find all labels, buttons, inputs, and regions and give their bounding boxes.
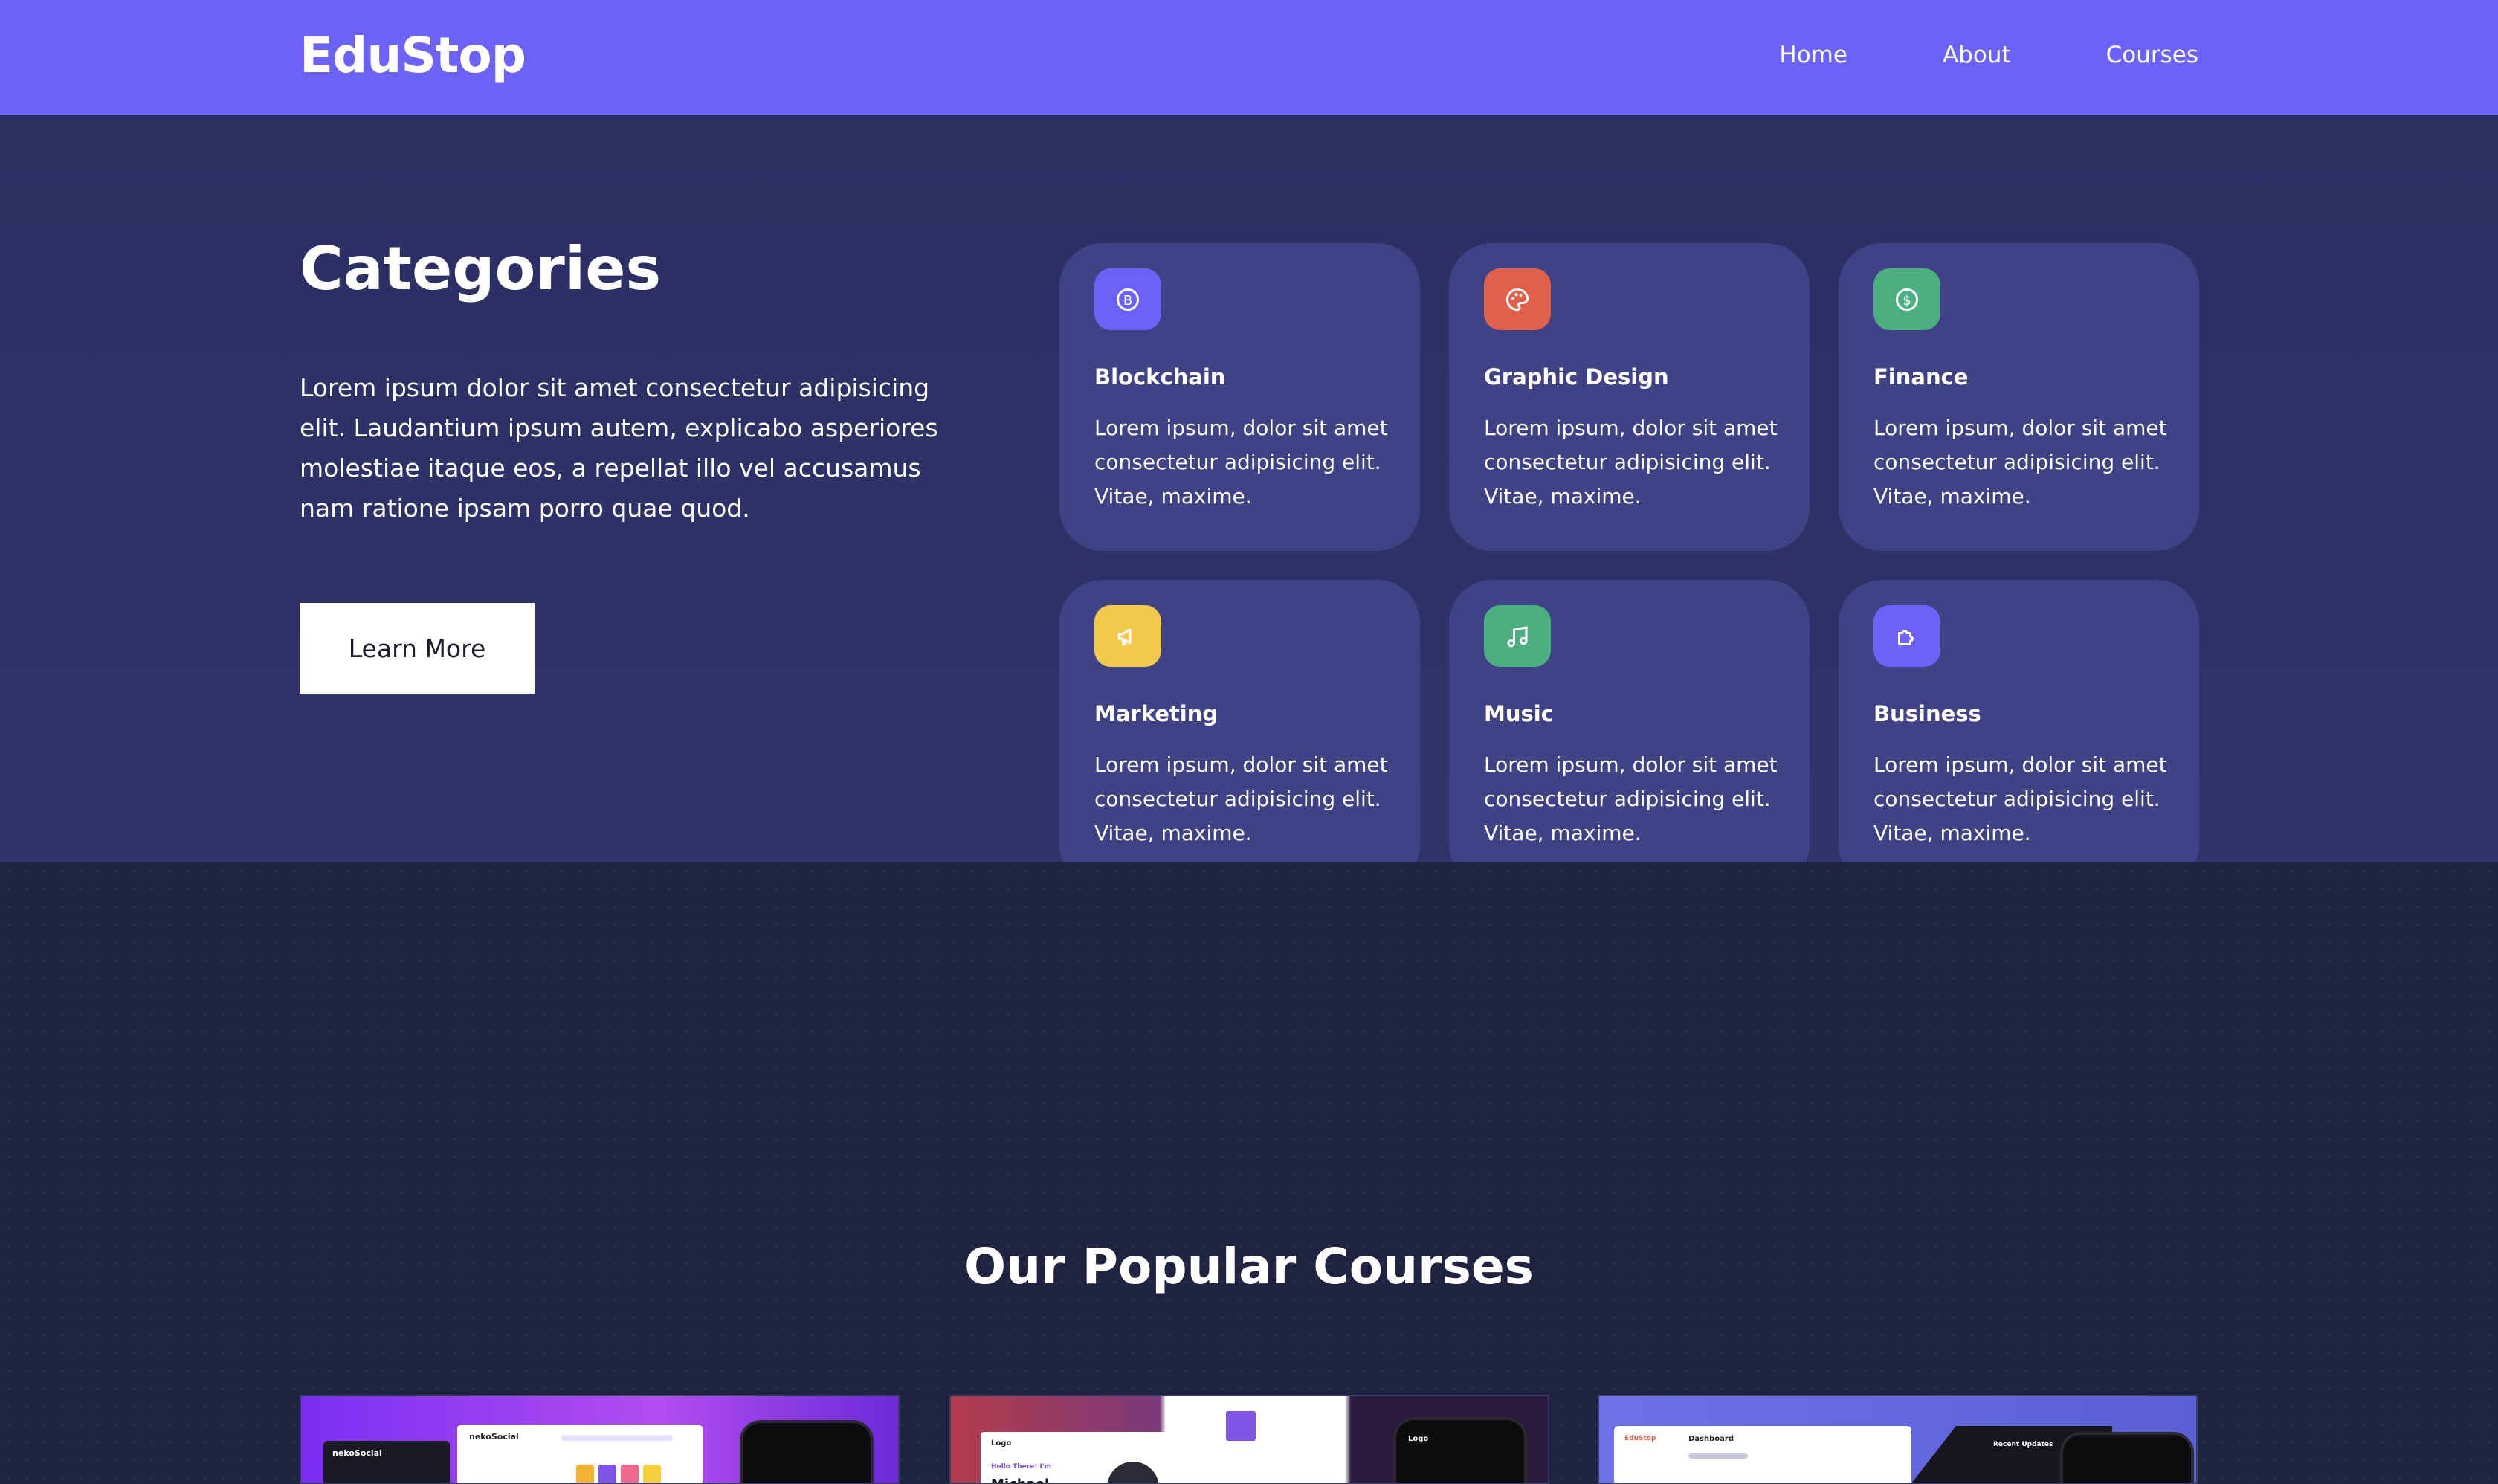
- thumb-label: nekoSocial: [332, 1448, 382, 1458]
- category-title: Graphic Design: [1484, 364, 1669, 390]
- navbar: EduStop Home About Courses: [0, 0, 2498, 115]
- svg-text:B: B: [1123, 292, 1132, 308]
- learn-more-button[interactable]: Learn More: [300, 603, 535, 694]
- category-title: Blockchain: [1094, 364, 1226, 390]
- course-thumbnail-1[interactable]: nekoSocial nekoSocial: [300, 1395, 900, 1484]
- category-card-music[interactable]: Music Lorem ipsum, dolor sit amet consec…: [1449, 580, 1810, 888]
- category-description: Lorem ipsum, dolor sit amet consectetur …: [1874, 752, 2167, 845]
- megaphone-icon: [1094, 605, 1161, 667]
- category-card-graphic-design[interactable]: Graphic Design Lorem ipsum, dolor sit am…: [1449, 243, 1810, 551]
- nav-link-home[interactable]: Home: [1779, 42, 1847, 68]
- music-icon: [1484, 605, 1551, 667]
- categories-intro: Lorem ipsum dolor sit amet consectetur a…: [300, 373, 938, 523]
- mock-window: nekoSocial: [323, 1441, 450, 1483]
- category-description: Lorem ipsum, dolor sit amet consectetur …: [1484, 752, 1778, 845]
- bitcoin-icon: B: [1094, 268, 1161, 330]
- dollar-icon: $: [1874, 268, 1940, 330]
- category-grid: B Blockchain Lorem ipsum, dolor sit amet…: [1059, 243, 2199, 888]
- category-description: Lorem ipsum, dolor sit amet consectetur …: [1484, 416, 1778, 509]
- category-title: Finance: [1874, 364, 1969, 390]
- thumb-label: Logo: [1408, 1435, 1429, 1443]
- thumb-label: EduStop: [1624, 1435, 1656, 1442]
- brand-logo[interactable]: EduStop: [300, 27, 526, 84]
- thumb-label: Logo: [991, 1439, 1012, 1448]
- mock-window: Logo Hello There! I'm Michael: [981, 1432, 1226, 1483]
- category-title: Marketing: [1094, 701, 1219, 726]
- phone-mockup: Logo: [1393, 1417, 1527, 1483]
- thumb-label: nekoSocial: [469, 1432, 519, 1442]
- category-card-blockchain[interactable]: B Blockchain Lorem ipsum, dolor sit amet…: [1059, 243, 1420, 551]
- mock-window: EduStop Dashboard: [1614, 1426, 1911, 1483]
- mock-window: nekoSocial: [457, 1425, 703, 1483]
- category-title: Music: [1484, 701, 1554, 726]
- nav-link-courses[interactable]: Courses: [2106, 42, 2198, 68]
- popular-courses-section: Our Popular Courses nekoSocial nekoSocia…: [0, 862, 2498, 1484]
- thumb-label: Recent Updates: [1993, 1441, 2053, 1448]
- popular-courses-title: Our Popular Courses: [964, 1238, 1534, 1295]
- category-card-business[interactable]: Business Lorem ipsum, dolor sit amet con…: [1839, 580, 2199, 888]
- phone-mockup: [740, 1420, 874, 1483]
- svg-text:$: $: [1902, 292, 1911, 308]
- thumb-label: Michael: [991, 1477, 1049, 1483]
- category-description: Lorem ipsum, dolor sit amet consectetur …: [1094, 752, 1388, 845]
- thumb-label: Hello There! I'm: [991, 1463, 1052, 1471]
- category-description: Lorem ipsum, dolor sit amet consectetur …: [1094, 416, 1388, 509]
- category-card-finance[interactable]: $ Finance Lorem ipsum, dolor sit amet co…: [1839, 243, 2199, 551]
- nav-links: Home About Courses: [1779, 42, 2198, 68]
- nav-link-about[interactable]: About: [1943, 42, 2011, 68]
- course-thumbnail-3[interactable]: EduStop Dashboard Recent Updates: [1598, 1395, 2198, 1484]
- palette-icon: [1484, 268, 1551, 330]
- phone-mockup: [2060, 1432, 2194, 1483]
- category-card-marketing[interactable]: Marketing Lorem ipsum, dolor sit amet co…: [1059, 580, 1420, 888]
- puzzle-icon: [1874, 605, 1940, 667]
- course-thumbnail-2[interactable]: Logo Hello There! I'm Michael Logo: [949, 1395, 1549, 1484]
- category-title: Business: [1874, 701, 1981, 726]
- category-description: Lorem ipsum, dolor sit amet consectetur …: [1874, 416, 2167, 509]
- thumb-label: Dashboard: [1688, 1435, 1734, 1443]
- categories-title: Categories: [300, 234, 662, 303]
